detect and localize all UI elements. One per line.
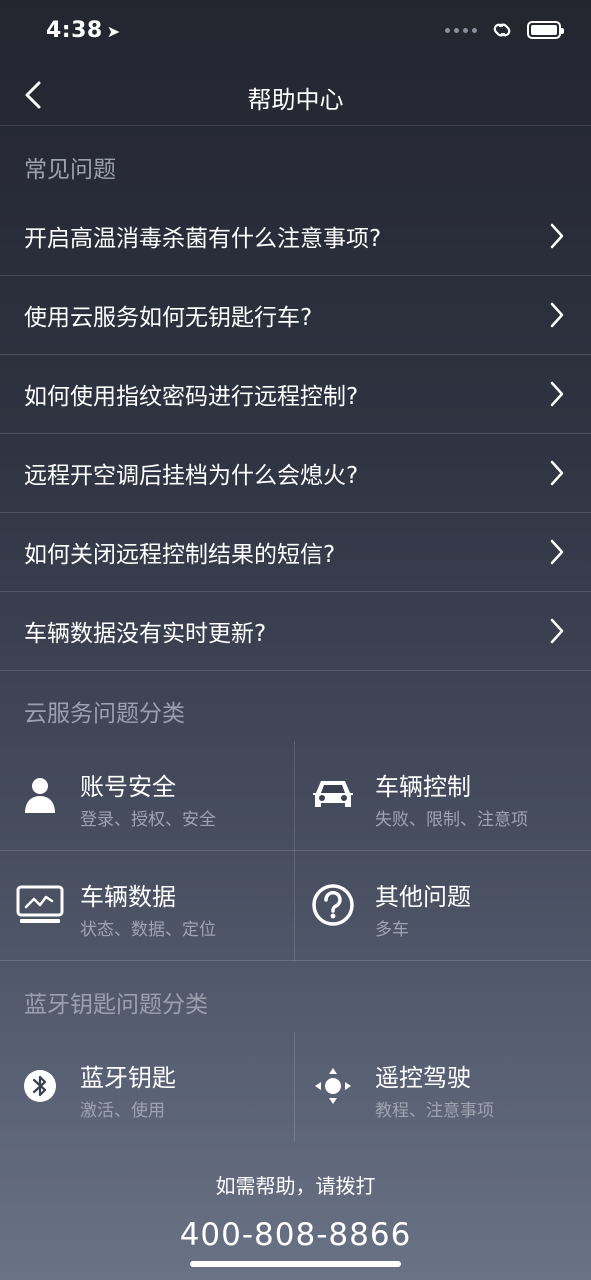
category-other[interactable]: 其他问题 多车 <box>295 851 591 961</box>
phone-number-link[interactable]: 400-808-8866 <box>0 1217 591 1253</box>
category-sub: 多车 <box>375 920 409 940</box>
chevron-right-icon <box>549 379 569 409</box>
category-sub: 状态、数据、定位 <box>80 920 216 940</box>
category-remote-drive[interactable]: 遥控驾驶 教程、注意事项 <box>295 1032 591 1142</box>
category-name: 账号安全 <box>80 773 176 801</box>
status-indicators <box>445 20 564 40</box>
question-icon <box>309 881 357 929</box>
category-row: 蓝牙钥匙 激活、使用 遥控驾驶 教程、注意事项 <box>0 1032 591 1142</box>
category-name: 车辆数据 <box>80 883 176 911</box>
faq-question: 远程开空调后挂档为什么会熄火? <box>24 463 359 489</box>
help-text: 如需帮助，请拨打 <box>215 1174 376 1198</box>
category-sub: 教程、注意事项 <box>375 1101 494 1121</box>
remote-drive-icon <box>309 1062 357 1110</box>
category-name: 遥控驾驶 <box>375 1064 471 1092</box>
status-time: 4:38 ➤ <box>46 18 121 43</box>
car-icon <box>309 771 357 819</box>
chevron-right-icon <box>549 537 569 567</box>
chevron-right-icon <box>549 458 569 488</box>
category-sub: 登录、授权、安全 <box>80 810 216 830</box>
chevron-right-icon <box>549 221 569 251</box>
bluetooth-category-grid: 蓝牙钥匙 激活、使用 遥控驾驶 教程、注意事项 <box>0 1032 591 1142</box>
category-row: 车辆数据 状态、数据、定位 其他问题 多车 <box>0 851 591 961</box>
page-title: 帮助中心 <box>247 86 344 114</box>
category-row: 账号安全 登录、授权、安全 车辆控制 失败、限制、注意项 <box>0 741 591 851</box>
location-arrow-icon: ➤ <box>106 22 121 41</box>
faq-item[interactable]: 如何使用指纹密码进行远程控制? <box>0 355 591 434</box>
faq-question: 如何使用指纹密码进行远程控制? <box>24 384 359 410</box>
chevron-right-icon <box>549 616 569 646</box>
faq-question: 开启高温消毒杀菌有什么注意事项? <box>24 226 382 252</box>
signal-dots-icon <box>445 27 477 33</box>
bluetooth-icon <box>16 1062 64 1110</box>
cloud-category-grid: 账号安全 登录、授权、安全 车辆控制 失败、限制、注意项 车辆数据 状态、数据、… <box>0 741 591 961</box>
faq-list: 开启高温消毒杀菌有什么注意事项? 使用云服务如何无钥匙行车? 如何使用指纹密码进… <box>0 197 591 671</box>
category-vehicle-control[interactable]: 车辆控制 失败、限制、注意项 <box>295 741 591 851</box>
category-bluetooth-key[interactable]: 蓝牙钥匙 激活、使用 <box>0 1032 295 1142</box>
footer: 如需帮助，请拨打 400-808-8866 <box>0 1140 591 1253</box>
link-icon <box>493 23 511 37</box>
faq-item[interactable]: 远程开空调后挂档为什么会熄火? <box>0 434 591 513</box>
cloud-section-title: 云服务问题分类 <box>24 701 185 727</box>
monitor-icon <box>16 881 64 929</box>
faq-item[interactable]: 使用云服务如何无钥匙行车? <box>0 276 591 355</box>
nav-bar: 帮助中心 <box>0 64 591 126</box>
faq-section-title: 常见问题 <box>24 157 116 183</box>
chevron-right-icon <box>549 300 569 330</box>
category-name: 其他问题 <box>375 883 471 911</box>
faq-question: 使用云服务如何无钥匙行车? <box>24 305 313 331</box>
faq-item[interactable]: 车辆数据没有实时更新? <box>0 592 591 671</box>
faq-item[interactable]: 如何关闭远程控制结果的短信? <box>0 513 591 592</box>
category-name: 车辆控制 <box>375 773 471 801</box>
faq-question: 如何关闭远程控制结果的短信? <box>24 542 336 568</box>
category-vehicle-data[interactable]: 车辆数据 状态、数据、定位 <box>0 851 295 961</box>
home-indicator[interactable] <box>190 1261 401 1267</box>
category-sub: 激活、使用 <box>80 1101 165 1121</box>
bluetooth-section-title: 蓝牙钥匙问题分类 <box>24 992 208 1018</box>
category-sub: 失败、限制、注意项 <box>375 810 528 830</box>
category-name: 蓝牙钥匙 <box>80 1064 176 1092</box>
status-bar: 4:38 ➤ <box>0 0 591 64</box>
faq-item[interactable]: 开启高温消毒杀菌有什么注意事项? <box>0 197 591 276</box>
faq-question: 车辆数据没有实时更新? <box>24 621 267 647</box>
category-account-security[interactable]: 账号安全 登录、授权、安全 <box>0 741 295 851</box>
battery-icon <box>527 21 564 39</box>
user-icon <box>16 771 64 819</box>
